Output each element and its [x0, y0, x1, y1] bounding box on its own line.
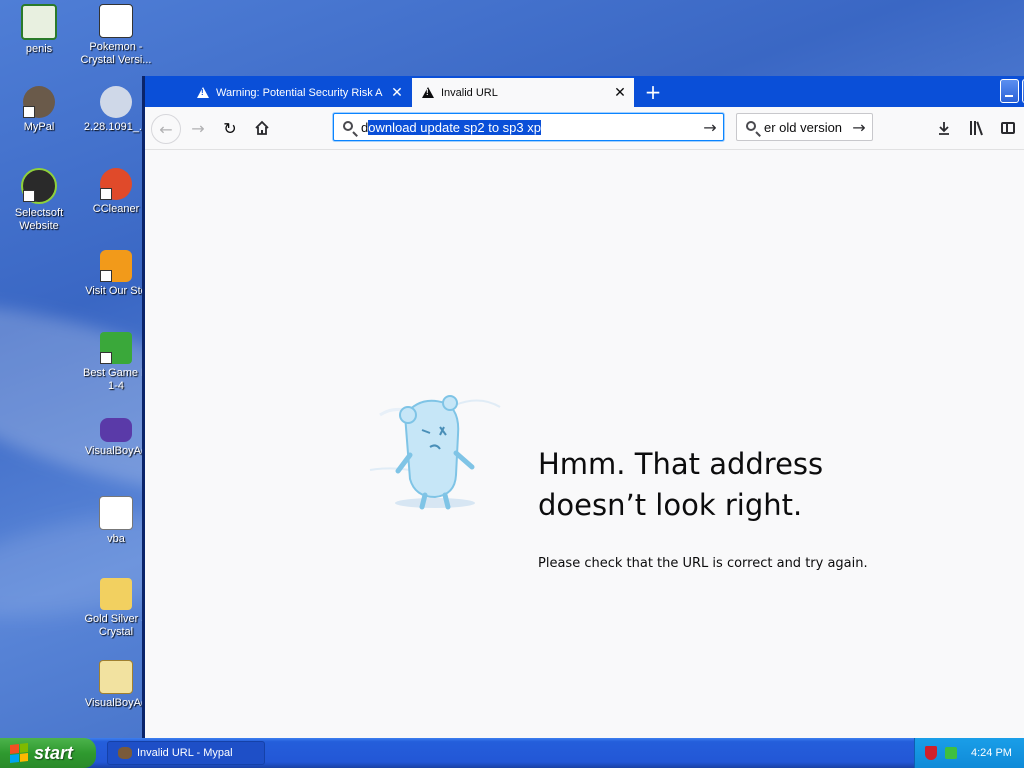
windows-logo-icon: [10, 743, 28, 763]
tab-security-warning[interactable]: Warning: Potential Security Risk A ✕: [187, 78, 411, 107]
security-shield-icon[interactable]: [925, 746, 937, 760]
browser-window: Warning: Potential Security Risk A ✕ Inv…: [142, 76, 1024, 738]
clock[interactable]: 4:24 PM: [971, 747, 1012, 759]
url-selected-text: ownload update sp2 to sp3 xp: [368, 119, 541, 135]
taskbar: start Invalid URL - Mypal 4:24 PM: [0, 738, 1024, 768]
warning-icon: [422, 87, 434, 98]
download-icon: [939, 122, 949, 135]
home-icon: [255, 120, 269, 135]
downloads-button[interactable]: [933, 117, 955, 139]
desktop-icon-selectsoft[interactable]: Selectsoft Website: [1, 168, 77, 233]
back-button[interactable]: ←: [151, 114, 181, 144]
navigation-toolbar: ← → ↻ download update sp2 to sp3 xp → er…: [145, 107, 1024, 150]
reload-icon: ↻: [223, 118, 237, 138]
arrow-right-icon: →: [703, 117, 717, 137]
url-bar[interactable]: download update sp2 to sp3 xp →: [333, 113, 724, 141]
desktop-icon-pokemon[interactable]: Pokemon - Crystal Versi...: [78, 4, 154, 67]
tab-strip: Warning: Potential Security Risk A ✕ Inv…: [145, 76, 1024, 107]
store-logo-icon: [100, 250, 132, 282]
search-go-button[interactable]: →: [846, 114, 872, 140]
search-icon: [343, 120, 353, 131]
dice-icon: [100, 332, 132, 364]
ccleaner-icon: [100, 168, 132, 200]
url-input[interactable]: download update sp2 to sp3 xp: [361, 119, 697, 135]
error-title: Hmm. That address doesn’t look right.: [538, 447, 824, 522]
folder-icon: [100, 578, 132, 610]
minimize-button[interactable]: [1000, 79, 1019, 103]
error-description: Please check that the URL is correct and…: [538, 556, 868, 571]
desktop-icon-penis[interactable]: penis: [1, 4, 77, 56]
arrow-right-icon: →: [191, 118, 205, 138]
library-icon: [969, 121, 983, 136]
config-file-icon: [99, 496, 133, 530]
confused-dinosaur-illustration: [369, 395, 501, 510]
selectsoft-logo-icon: [21, 168, 57, 204]
start-button[interactable]: start: [0, 738, 96, 768]
search-icon: [746, 120, 756, 131]
library-button[interactable]: [965, 117, 987, 139]
desktop-icon-mypal[interactable]: MyPal: [1, 86, 77, 134]
zip-folder-icon: [99, 660, 133, 694]
sidebar-icon: [1001, 122, 1015, 134]
arrow-left-icon: ←: [159, 119, 173, 139]
raccoon-icon: [118, 747, 132, 759]
tab-close-button[interactable]: ✕: [612, 84, 628, 101]
home-button[interactable]: [248, 114, 276, 142]
tab-close-button[interactable]: ✕: [389, 84, 405, 101]
sidebar-button[interactable]: [997, 117, 1019, 139]
search-input[interactable]: er old version: [764, 120, 846, 135]
gameboy-advance-icon: [100, 418, 132, 442]
installer-cd-icon: [100, 86, 132, 118]
raccoon-icon: [23, 86, 55, 118]
system-tray: 4:24 PM: [914, 738, 1024, 768]
forward-button[interactable]: →: [184, 114, 212, 142]
arrow-right-icon: →: [852, 117, 866, 137]
certificate-icon: [21, 4, 57, 40]
document-icon: [99, 4, 133, 38]
go-button[interactable]: →: [697, 114, 723, 140]
network-icon[interactable]: [945, 747, 957, 759]
reload-button[interactable]: ↻: [216, 114, 244, 142]
taskbar-item-browser[interactable]: Invalid URL - Mypal: [107, 741, 265, 765]
new-tab-button[interactable]: +: [639, 79, 667, 105]
warning-icon: [197, 87, 209, 98]
error-page: Hmm. That address doesn’t look right. Pl…: [145, 150, 1024, 738]
search-bar[interactable]: er old version →: [736, 113, 873, 141]
tab-invalid-url[interactable]: Invalid URL ✕: [412, 78, 634, 107]
